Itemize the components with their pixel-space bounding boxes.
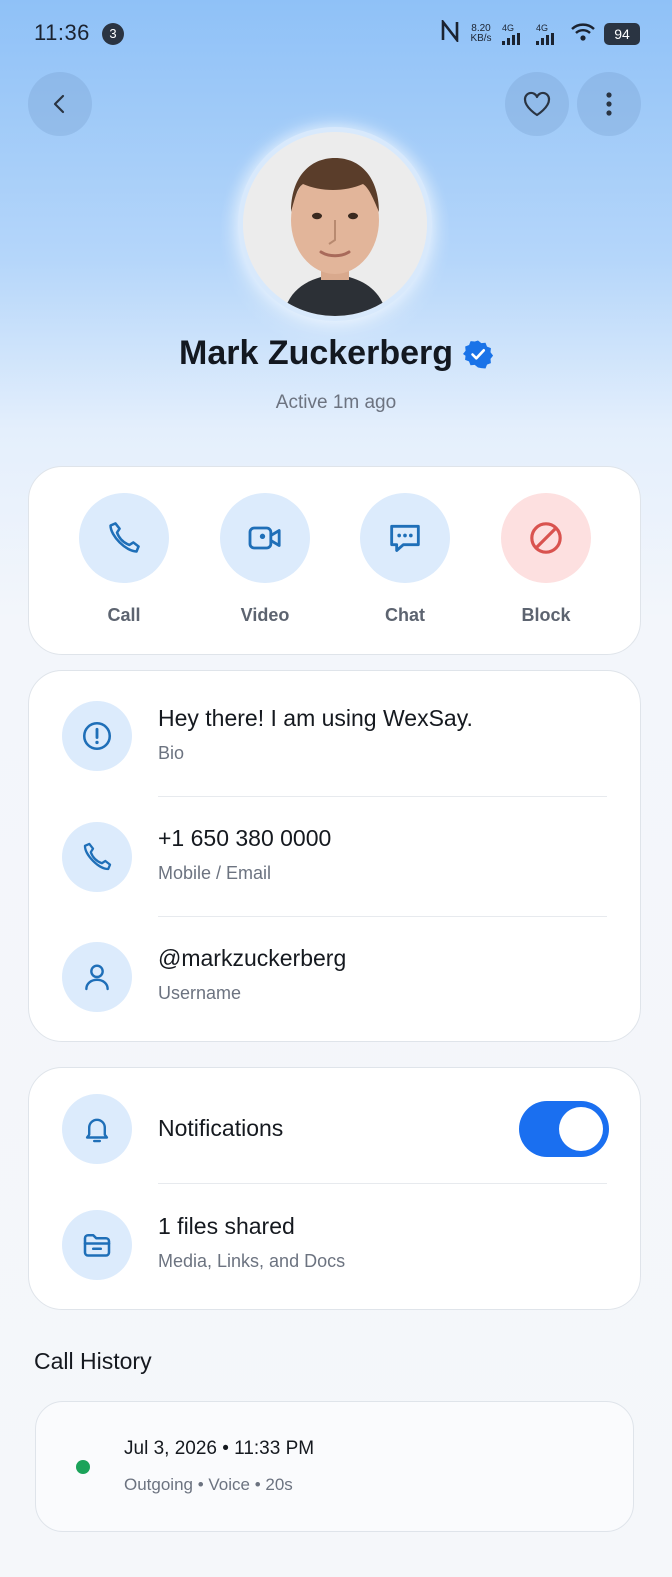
call-history-title: Call History bbox=[34, 1348, 152, 1374]
toggle-knob bbox=[559, 1107, 603, 1151]
battery-icon: 94 bbox=[604, 23, 640, 45]
divider bbox=[158, 1183, 607, 1184]
bio-label: Bio bbox=[158, 743, 185, 763]
bell-icon bbox=[85, 1118, 109, 1143]
network-speed: 8.20 KB/s bbox=[468, 24, 494, 44]
block-action-button[interactable]: Block bbox=[501, 493, 591, 626]
bio-text: Hey there! I am using WexSay. bbox=[158, 705, 473, 731]
files-icon-circle bbox=[62, 1210, 132, 1280]
divider bbox=[158, 796, 607, 797]
call-history-item[interactable]: Jul 3, 2026 • 11:33 PM Outgoing • Voice … bbox=[35, 1401, 634, 1532]
verified-badge-icon bbox=[463, 340, 493, 368]
bio-icon-circle bbox=[62, 701, 132, 771]
chat-action-label: Chat bbox=[385, 605, 425, 625]
user-icon bbox=[85, 964, 109, 991]
call-datetime: Jul 3, 2026 • 11:33 PM bbox=[124, 1438, 315, 1459]
divider bbox=[158, 916, 607, 917]
settings-card: Notifications 1 files shared Media, Link… bbox=[28, 1067, 641, 1310]
signal-label: 4G bbox=[502, 22, 515, 33]
phone-number[interactable]: +1 650 380 0000 bbox=[158, 825, 331, 852]
files-shared-title[interactable]: 1 files shared bbox=[158, 1213, 295, 1240]
chat-icon bbox=[390, 524, 420, 552]
video-action-label: Video bbox=[240, 605, 290, 625]
phone-icon bbox=[109, 522, 140, 553]
network-speed-unit: KB/s bbox=[470, 33, 492, 44]
video-icon bbox=[248, 526, 281, 550]
status-time: 11:36 bbox=[34, 20, 90, 45]
notification-count-badge: 3 bbox=[102, 23, 124, 45]
active-status: Active 1m ago bbox=[275, 392, 397, 413]
nfc-icon bbox=[440, 17, 460, 49]
favorite-button[interactable] bbox=[505, 72, 569, 136]
folder-icon bbox=[83, 1233, 111, 1257]
notifications-toggle[interactable] bbox=[519, 1101, 609, 1157]
signal-icon: 4G bbox=[536, 22, 562, 45]
profile-name: Mark Zuckerberg bbox=[179, 334, 453, 372]
notifications-label: Notifications bbox=[158, 1115, 284, 1141]
call-details: Outgoing • Voice • 20s bbox=[124, 1475, 293, 1494]
status-bar: 11:36 3 8.20 KB/s 4G 4G 94 bbox=[0, 0, 672, 64]
phone-icon-circle bbox=[62, 822, 132, 892]
more-options-button[interactable] bbox=[577, 72, 641, 136]
video-action-button[interactable]: Video bbox=[220, 493, 310, 626]
avatar-portrait bbox=[243, 132, 427, 316]
profile-info-card: Hey there! I am using WexSay. Bio +1 650… bbox=[28, 670, 641, 1042]
block-action-label: Block bbox=[521, 605, 571, 625]
heart-icon bbox=[523, 91, 551, 117]
phone-icon bbox=[83, 842, 112, 871]
avatar[interactable] bbox=[238, 127, 432, 321]
files-shared-subtitle: Media, Links, and Docs bbox=[158, 1251, 346, 1271]
quick-actions-card: Call Video Chat Block bbox=[28, 466, 641, 655]
back-button[interactable] bbox=[28, 72, 92, 136]
more-vertical-icon bbox=[606, 92, 612, 116]
call-action-button[interactable]: Call bbox=[79, 493, 169, 626]
block-icon bbox=[530, 522, 562, 554]
signal-label: 4G bbox=[536, 22, 549, 33]
phone-label: Mobile / Email bbox=[158, 863, 272, 883]
username-label: Username bbox=[158, 983, 242, 1003]
info-alert-icon bbox=[82, 721, 112, 751]
wifi-icon bbox=[570, 22, 596, 47]
chevron-left-icon bbox=[53, 94, 65, 114]
signal-icon: 4G bbox=[502, 22, 528, 45]
chat-action-button[interactable]: Chat bbox=[360, 493, 450, 626]
call-action-label: Call bbox=[107, 605, 141, 625]
username-icon-circle bbox=[62, 942, 132, 1012]
status-icons: 8.20 KB/s 4G 4G 94 bbox=[440, 17, 640, 49]
profile-name-row: Mark Zuckerberg bbox=[0, 334, 672, 373]
username-text[interactable]: @markzuckerberg bbox=[158, 945, 346, 972]
notifications-icon-circle bbox=[62, 1094, 132, 1164]
call-status-dot bbox=[76, 1460, 90, 1474]
